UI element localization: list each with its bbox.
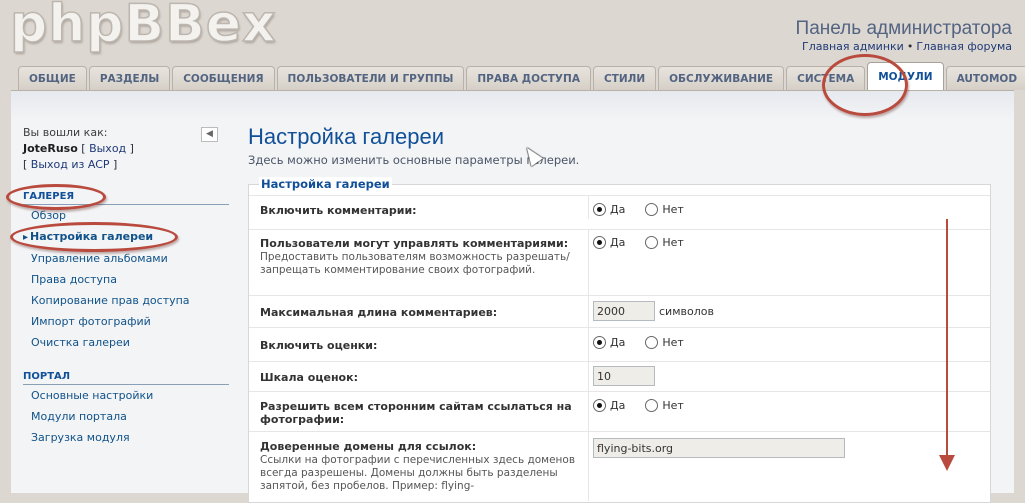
radio-group-manage-comments: Да Нет bbox=[593, 236, 700, 249]
radio-group-enable-ratings: Да Нет bbox=[593, 336, 700, 349]
acp-home-link[interactable]: Главная админки bbox=[802, 40, 904, 53]
tab-modules[interactable]: Модули bbox=[867, 62, 944, 90]
max-length-wrapper: символов bbox=[593, 301, 714, 321]
radio-no-label: Нет bbox=[662, 203, 684, 216]
radio-no[interactable] bbox=[645, 336, 659, 349]
tab-styles[interactable]: Стили bbox=[592, 66, 657, 90]
setting-row-enable-ratings: Включить оценки: Да Нет bbox=[249, 327, 990, 361]
setting-row-enable-comments: Включить комментарии: Да Нет bbox=[249, 195, 990, 219]
radio-no-label: Нет bbox=[662, 236, 684, 249]
setting-label-text: Доверенные домены для ссылок: bbox=[260, 440, 477, 453]
radio-yes[interactable] bbox=[593, 336, 606, 349]
page-header-title: Панель администратора bbox=[795, 18, 1012, 39]
radio-yes-label: Да bbox=[610, 203, 626, 216]
trusted-domains-input[interactable] bbox=[593, 438, 845, 458]
setting-label: Разрешить всем сторонним сайтам ссылатьс… bbox=[260, 400, 572, 426]
tab-forums[interactable]: Разделы bbox=[88, 66, 171, 90]
forum-home-link[interactable]: Главная форума bbox=[916, 40, 1012, 53]
radio-group-hotlinking: Да Нет bbox=[593, 399, 700, 412]
header-links: Главная админки • Главная форума bbox=[802, 40, 1012, 53]
setting-explain: Предоставить пользователям возможность р… bbox=[260, 251, 570, 276]
tab-posting[interactable]: Сообщения bbox=[172, 66, 275, 90]
sidebar-item-overview[interactable]: Обзор bbox=[23, 205, 229, 226]
setting-label: Максимальная длина комментариев: bbox=[260, 306, 498, 319]
tab-users-groups[interactable]: Пользователи и группы bbox=[276, 66, 465, 90]
radio-yes-label: Да bbox=[610, 399, 626, 412]
sidebar-item-import-photos[interactable]: Импорт фотографий bbox=[23, 311, 229, 332]
sidebar-item-copy-permissions[interactable]: Копирование прав доступа bbox=[23, 290, 229, 311]
setting-label: Включить комментарии: bbox=[260, 204, 417, 217]
setting-control: символов bbox=[588, 296, 714, 327]
annotation-arrow-shaft bbox=[946, 219, 948, 459]
page-title: Настройка галереи bbox=[248, 124, 445, 149]
sidebar-item-portal-modules[interactable]: Модули портала bbox=[23, 406, 229, 427]
annotation-arrow-down-icon bbox=[939, 455, 955, 471]
login-user-line: JoteRuso [ Выход ] bbox=[23, 142, 134, 155]
setting-control: Да Нет bbox=[588, 328, 700, 361]
radio-no-label: Нет bbox=[662, 399, 684, 412]
logout-link[interactable]: Выход bbox=[89, 142, 126, 155]
radio-no[interactable] bbox=[645, 399, 659, 412]
logged-in-label: Вы вошли как: bbox=[23, 126, 108, 139]
setting-row-rating-scale: Шкала оценок: bbox=[249, 361, 990, 391]
sidebar-section-gallery: Галерея Обзор Настройка галереи Управлен… bbox=[23, 191, 229, 353]
setting-row-allow-hotlinking: Разрешить всем сторонним сайтам ссылатьс… bbox=[249, 391, 990, 431]
setting-label-text: Пользователи могут управлять комментария… bbox=[260, 237, 569, 250]
username[interactable]: JoteRuso bbox=[23, 142, 78, 155]
radio-no-label: Нет bbox=[662, 336, 684, 349]
setting-control: Да Нет bbox=[588, 230, 700, 295]
phpbbex-logo[interactable]: phpBBex bbox=[9, 0, 277, 55]
radio-yes[interactable] bbox=[593, 399, 606, 412]
radio-yes[interactable] bbox=[593, 236, 606, 249]
collapse-sidebar-icon[interactable]: ◀ bbox=[201, 127, 218, 142]
unit-label: символов bbox=[659, 304, 714, 318]
sidebar-section-portal: Портал Основные настройки Модули портала… bbox=[23, 371, 229, 448]
radio-group-enable-comments: Да Нет bbox=[593, 203, 700, 216]
sidebar-item-manage-albums[interactable]: Управление альбомами bbox=[23, 248, 229, 269]
settings-fieldset: Настройка галереи Включить комментарии: … bbox=[248, 177, 991, 503]
exit-acp-line: [ Выход из ACP ] bbox=[23, 158, 118, 171]
tab-general[interactable]: Общие bbox=[18, 66, 87, 90]
tab-automod[interactable]: Automod bbox=[945, 66, 1025, 90]
tab-system[interactable]: Система bbox=[786, 66, 866, 90]
setting-explain: Ссылки на фотографии с перечисленных зде… bbox=[260, 454, 576, 492]
setting-control bbox=[588, 362, 655, 391]
main-tabs: Общие Разделы Сообщения Пользователи и г… bbox=[18, 62, 1025, 90]
header-link-separator: • bbox=[906, 40, 914, 53]
radio-no[interactable] bbox=[645, 203, 659, 216]
sidebar-login-info: Вы вошли как: JoteRuso [ Выход ] [ Выход… bbox=[23, 125, 229, 173]
exit-acp-link[interactable]: Выход из ACP bbox=[31, 158, 110, 171]
setting-row-trusted-domains: Доверенные домены для ссылок: Ссылки на … bbox=[249, 431, 990, 501]
setting-label: Доверенные домены для ссылок: Ссылки на … bbox=[260, 440, 582, 493]
setting-control bbox=[588, 432, 845, 501]
max-comment-length-input[interactable] bbox=[593, 301, 655, 321]
setting-row-max-comment-length: Максимальная длина комментариев: символо… bbox=[249, 295, 990, 327]
setting-control: Да Нет bbox=[588, 392, 700, 431]
fieldset-legend: Настройка галереи bbox=[259, 177, 392, 191]
radio-yes-label: Да bbox=[610, 236, 626, 249]
main-panel: Вы вошли как: JoteRuso [ Выход ] [ Выход… bbox=[11, 90, 1014, 503]
sidebar-item-cleanup[interactable]: Очистка галереи bbox=[23, 332, 229, 353]
radio-no[interactable] bbox=[645, 236, 659, 249]
sidebar-heading-gallery: Галерея bbox=[23, 191, 229, 205]
sidebar-item-gallery-settings[interactable]: Настройка галереи bbox=[23, 226, 229, 248]
setting-label: Включить оценки: bbox=[260, 339, 378, 352]
setting-control: Да Нет bbox=[588, 196, 700, 219]
sidebar-item-portal-settings[interactable]: Основные настройки bbox=[23, 385, 229, 406]
radio-yes[interactable] bbox=[593, 203, 606, 216]
tab-maintenance[interactable]: Обслуживание bbox=[658, 66, 785, 90]
sidebar-heading-portal: Портал bbox=[23, 371, 229, 385]
rating-scale-input[interactable] bbox=[593, 366, 655, 386]
sidebar-item-permissions[interactable]: Права доступа bbox=[23, 269, 229, 290]
radio-yes-label: Да bbox=[610, 336, 626, 349]
setting-row-user-manage-comments: Пользователи могут управлять комментария… bbox=[249, 229, 990, 295]
setting-label: Шкала оценок: bbox=[260, 371, 358, 384]
tab-permissions[interactable]: Права доступа bbox=[466, 66, 591, 90]
setting-label: Пользователи могут управлять комментария… bbox=[260, 237, 582, 277]
sidebar-item-upload-module[interactable]: Загрузка модуля bbox=[23, 427, 229, 448]
